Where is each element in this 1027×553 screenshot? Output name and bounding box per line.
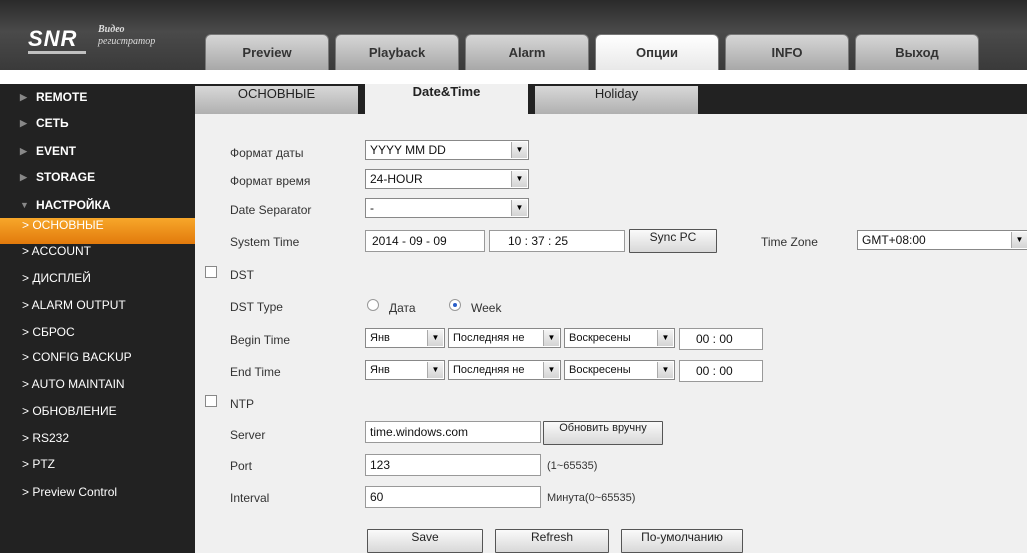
dropdown-arrow-icon: ▼ — [427, 362, 443, 378]
dst-type-week-radio[interactable] — [449, 299, 461, 311]
dropdown-arrow-icon: ▼ — [511, 200, 527, 216]
ntp-checkbox[interactable] — [205, 395, 217, 407]
sidebar-item-account[interactable]: > ACCOUNT — [0, 244, 195, 270]
begin-week-select[interactable]: Последняя не ▼ — [448, 328, 561, 348]
ntp-server-input[interactable]: time.windows.com — [365, 421, 541, 443]
default-button[interactable]: По-умолчанию — [621, 529, 743, 553]
refresh-button[interactable]: Refresh — [495, 529, 609, 553]
dropdown-arrow-icon: ▼ — [657, 362, 673, 378]
dst-checkbox[interactable] — [205, 266, 217, 278]
dst-type-date-label: Дата — [389, 301, 416, 315]
system-time-label: System Time — [230, 235, 300, 249]
tab-playback[interactable]: Playback — [335, 34, 459, 70]
end-time-input[interactable]: 00 : 00 — [679, 360, 763, 382]
tab-alarm[interactable]: Alarm — [465, 34, 589, 70]
date-time-panel: Формат даты YYYY MM DD ▼ Формат время 24-… — [195, 114, 1027, 553]
system-time-input[interactable]: 10 : 37 : 25 — [489, 230, 625, 252]
tab-holiday[interactable]: Holiday — [535, 86, 698, 114]
tab-exit[interactable]: Выход — [855, 34, 979, 70]
sidebar-item-ptz[interactable]: > PTZ — [0, 457, 195, 483]
sidebar-item-upgrade[interactable]: > ОБНОВЛЕНИЕ — [0, 404, 195, 430]
expanded-arrow-icon: ▼ — [20, 200, 29, 210]
end-time-label: End Time — [230, 365, 281, 379]
dropdown-arrow-icon: ▼ — [657, 330, 673, 346]
collapsed-arrow-icon: ▶ — [20, 92, 27, 102]
app-window: SNR Видео регистратор Preview Playback A… — [0, 0, 1027, 553]
begin-day-select[interactable]: Воскресены ▼ — [564, 328, 675, 348]
tab-general[interactable]: ОСНОВНЫЕ — [195, 86, 358, 114]
sidebar-item-preview-control[interactable]: > Preview Control — [0, 485, 195, 511]
interval-label: Interval — [230, 491, 270, 505]
separator-select[interactable]: - ▼ — [365, 198, 529, 218]
save-button[interactable]: Save — [367, 529, 483, 553]
sidebar-item-rs232[interactable]: > RS232 — [0, 431, 195, 457]
brand-logo: SNR Видео регистратор — [22, 18, 182, 58]
dst-type-week-label: Week — [471, 301, 502, 315]
sidebar-item-alarm-output[interactable]: > ALARM OUTPUT — [0, 298, 195, 324]
sidebar-item-config-backup[interactable]: > CONFIG BACKUP — [0, 350, 195, 376]
date-format-select[interactable]: YYYY MM DD ▼ — [365, 140, 529, 160]
dst-type-label: DST Type — [230, 300, 283, 314]
begin-time-label: Begin Time — [230, 333, 291, 347]
dropdown-arrow-icon: ▼ — [543, 362, 559, 378]
sidebar-group-event[interactable]: ▶ EVENT — [0, 138, 195, 164]
logo-tagline-1: Видео — [98, 24, 125, 35]
tab-options[interactable]: Опции — [595, 34, 719, 70]
content-tabs: ОСНОВНЫЕ Date&Time Holiday — [195, 84, 1027, 114]
logo-mark: SNR — [28, 26, 78, 51]
port-range-hint: (1~65535) — [547, 460, 598, 472]
sidebar: ▶ REMOTE ▶ СЕТЬ ▶ EVENT ▶ STORAGE ▼ НАСТРОЙКА… — [0, 84, 195, 553]
dst-type-date-radio[interactable] — [367, 299, 379, 311]
ntp-interval-input[interactable]: 60 — [365, 486, 541, 508]
time-format-label: Формат время — [230, 174, 311, 188]
dropdown-arrow-icon: ▼ — [427, 330, 443, 346]
timezone-select[interactable]: GMT+08:00 ▼ — [857, 230, 1027, 250]
header-bar: SNR Видео регистратор Preview Playback A… — [0, 0, 1027, 70]
logo-stripe — [28, 51, 86, 54]
system-date-input[interactable]: 2014 - 09 - 09 — [365, 230, 485, 252]
end-month-select[interactable]: Янв ▼ — [365, 360, 445, 380]
interval-range-hint: Минута(0~65535) — [547, 492, 636, 504]
date-format-label: Формат даты — [230, 146, 304, 160]
sidebar-item-display[interactable]: > ДИСПЛЕЙ — [0, 271, 195, 297]
dropdown-arrow-icon: ▼ — [1011, 232, 1027, 248]
dst-label: DST — [230, 268, 254, 282]
sidebar-item-auto-maintain[interactable]: > AUTO MAINTAIN — [0, 377, 195, 403]
tab-preview[interactable]: Preview — [205, 34, 329, 70]
collapsed-arrow-icon: ▶ — [20, 118, 27, 128]
collapsed-arrow-icon: ▶ — [20, 146, 27, 156]
time-format-select[interactable]: 24-HOUR ▼ — [365, 169, 529, 189]
dropdown-arrow-icon: ▼ — [511, 142, 527, 158]
timezone-label: Time Zone — [761, 235, 818, 249]
end-week-select[interactable]: Последняя не ▼ — [448, 360, 561, 380]
port-label: Port — [230, 459, 253, 473]
manual-update-button[interactable]: Обновить вручну — [543, 421, 663, 445]
end-day-select[interactable]: Воскресены ▼ — [564, 360, 675, 380]
sidebar-group-remote[interactable]: ▶ REMOTE — [0, 84, 195, 110]
sidebar-group-storage[interactable]: ▶ STORAGE — [0, 164, 195, 190]
dropdown-arrow-icon: ▼ — [543, 330, 559, 346]
begin-time-input[interactable]: 00 : 00 — [679, 328, 763, 350]
begin-month-select[interactable]: Янв ▼ — [365, 328, 445, 348]
ntp-port-input[interactable]: 123 — [365, 454, 541, 476]
sidebar-item-general[interactable]: > ОСНОВНЫЕ — [0, 218, 195, 244]
separator-label: Date Separator — [230, 203, 312, 217]
logo-tagline-2: регистратор — [98, 36, 156, 47]
sync-pc-button[interactable]: Sync PC — [629, 229, 717, 253]
sidebar-group-settings[interactable]: ▼ НАСТРОЙКА — [0, 192, 195, 218]
server-label: Server — [230, 428, 266, 442]
dropdown-arrow-icon: ▼ — [511, 171, 527, 187]
collapsed-arrow-icon: ▶ — [20, 172, 27, 182]
tab-date-time[interactable]: Date&Time — [365, 84, 528, 114]
sidebar-item-reset[interactable]: > СБРОС — [0, 325, 195, 351]
sidebar-group-network[interactable]: ▶ СЕТЬ — [0, 110, 195, 136]
ntp-label: NTP — [230, 397, 254, 411]
tab-info[interactable]: INFO — [725, 34, 849, 70]
